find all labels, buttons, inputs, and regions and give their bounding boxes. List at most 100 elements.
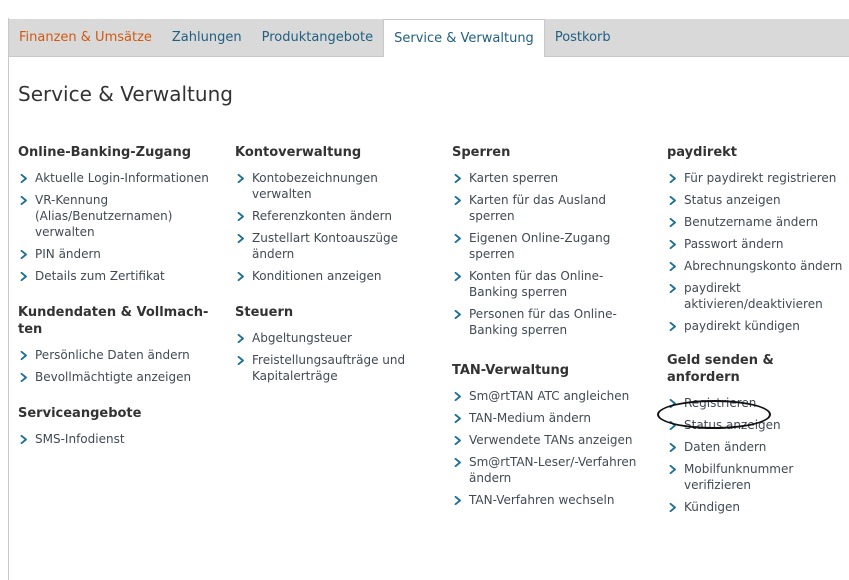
main-navigation: Finanzen & Umsätze Zahlungen Produktange…	[9, 19, 849, 57]
section-title-serviceangebote: Serviceangebote	[18, 406, 142, 421]
link-label: Sm@rtTAN-Leser/-Verfahren ändern	[469, 455, 637, 485]
link-label: Benutzername ändern	[684, 215, 819, 229]
link-vr-kennung-alias-benutzernamen-verwalten[interactable]: VR-Kennung (Alias/Benutzernamen) verwalt…	[18, 192, 223, 240]
link-label: Eigenen Online-Zugang sperren	[469, 231, 611, 261]
chevron-right-icon	[237, 234, 245, 243]
link-label: VR-Kennung (Alias/Benutzernamen) verwalt…	[35, 193, 173, 239]
tab-postkorb[interactable]: Postkorb	[545, 19, 621, 56]
list-paydirekt: Für paydirekt registrieren Status anzeige…	[667, 170, 847, 334]
link-tan-verfahren-wechseln[interactable]: TAN-Verfahren wechseln	[452, 492, 648, 508]
chevron-right-icon	[20, 174, 28, 183]
link-freistellungsauftraege-und-kapitalertraege[interactable]: Freistellungsaufträge und Kapitalerträge	[235, 352, 435, 384]
chevron-right-icon	[669, 503, 677, 512]
link-bevollmaechtigte-anzeigen[interactable]: Bevollmächtigte anzeigen	[18, 369, 223, 385]
link-status-anzeigen[interactable]: Status anzeigen	[667, 192, 847, 208]
column-4: paydirekt Für paydirekt registrieren Stat…	[667, 144, 847, 521]
link-registrieren[interactable]: Registrieren	[667, 395, 847, 411]
link-mobilfunknummer-verifizieren[interactable]: Mobilfunknummer verifizieren	[667, 461, 847, 493]
link-label: Personen für das Online-Banking sperren	[469, 307, 617, 337]
link-tan-medium-aendern[interactable]: TAN-Medium ändern	[452, 410, 648, 426]
link-abrechnungskonto-aendern[interactable]: Abrechnungskonto ändern	[667, 258, 847, 274]
link-konten-fuer-das-online-banking-sperren[interactable]: Konten für das Online-Banking sperren	[452, 268, 648, 300]
link-label: Registrieren	[684, 396, 757, 410]
chevron-right-icon	[669, 443, 677, 452]
link-passwort-aendern[interactable]: Passwort ändern	[667, 236, 847, 252]
link-paydirekt-kuendigen[interactable]: paydirekt kündigen	[667, 318, 847, 334]
list-sperren: Karten sperren Karten für das Ausland spe…	[452, 170, 648, 338]
link-sm-rttan-atc-angleichen[interactable]: Sm@rtTAN ATC angleichen	[452, 388, 648, 404]
link-label: Referenzkonten ändern	[252, 209, 393, 223]
link-label: Abgeltungsteuer	[252, 331, 352, 345]
chevron-right-icon	[669, 284, 677, 293]
chevron-right-icon	[454, 234, 462, 243]
link-label: Verwendete TANs anzeigen	[469, 433, 633, 447]
section-title-tan: TAN-Verwaltung	[452, 363, 570, 378]
tab-finanzen-umsaetze[interactable]: Finanzen & Umsätze	[9, 19, 162, 56]
link-label: Konditionen anzeigen	[252, 269, 382, 283]
link-label: Freistellungsaufträge und Kapitalerträge	[252, 353, 406, 383]
link-paydirekt-aktivieren-deaktivieren[interactable]: paydirekt aktivieren/deaktivieren	[667, 280, 847, 312]
tab-produktangebote[interactable]: Produktangebote	[252, 19, 384, 56]
link-eigenen-online-zugang-sperren[interactable]: Eigenen Online-Zugang sperren	[452, 230, 648, 262]
chevron-right-icon	[669, 196, 677, 205]
link-label: Status anzeigen	[684, 193, 781, 207]
link-label: Für paydirekt registrieren	[684, 171, 837, 185]
column-3: Sperren Karten sperren Karten für das Aus…	[452, 144, 648, 514]
chevron-right-icon	[237, 356, 245, 365]
link-persoenliche-daten-aendern[interactable]: Persönliche Daten ändern	[18, 347, 223, 363]
column-1: Online-Banking-Zugang Aktuelle Login-Inf…	[18, 144, 223, 453]
chevron-right-icon	[20, 250, 28, 259]
chevron-right-icon	[669, 322, 677, 331]
list-kundendaten: Persönliche Daten ändern Bevollmächtigte …	[18, 347, 223, 385]
link-abgeltungsteuer[interactable]: Abgeltungsteuer	[235, 330, 435, 346]
chevron-right-icon	[454, 436, 462, 445]
link-sm-rttan-leser-verfahren-aendern[interactable]: Sm@rtTAN-Leser/-Verfahren ändern	[452, 454, 648, 486]
chevron-right-icon	[20, 272, 28, 281]
link-label: Abrechnungskonto ändern	[684, 259, 843, 273]
section-title-online-banking: Online-Banking-Zugang	[18, 145, 191, 160]
link-kontobezeichnungen-verwalten[interactable]: Kontobezeichnungen verwalten	[235, 170, 435, 202]
chevron-right-icon	[20, 351, 28, 360]
link-karten-sperren[interactable]: Karten sperren	[452, 170, 648, 186]
chevron-right-icon	[454, 310, 462, 319]
link-personen-fuer-das-online-banking-sperren[interactable]: Personen für das Online-Banking sperren	[452, 306, 648, 338]
link-details-zum-zertifikat[interactable]: Details zum Zertifikat	[18, 268, 223, 284]
link-label: TAN-Medium ändern	[469, 411, 591, 425]
link-kuendigen[interactable]: Kündigen	[667, 499, 847, 515]
link-label: SMS-Infodienst	[35, 432, 125, 446]
link-label: Zustellart Kontoauszüge ändern	[252, 231, 399, 261]
chevron-right-icon	[237, 212, 245, 221]
tab-zahlungen[interactable]: Zahlungen	[162, 19, 252, 56]
chevron-right-icon	[237, 334, 245, 343]
chevron-right-icon	[669, 174, 677, 183]
chevron-right-icon	[454, 414, 462, 423]
section-title-kontoverwaltung: Kontoverwaltung	[235, 145, 362, 160]
link-zustellart-kontoauszuege-aendern[interactable]: Zustellart Kontoauszüge ändern	[235, 230, 435, 262]
link-status-anzeigen[interactable]: Status anzeigen	[667, 417, 847, 433]
link-aktuelle-login-informationen[interactable]: Aktuelle Login-Informationen	[18, 170, 223, 186]
list-online-banking: Aktuelle Login-Informationen VR-Kennung (…	[18, 170, 223, 284]
link-verwendete-tans-anzeigen[interactable]: Verwendete TANs anzeigen	[452, 432, 648, 448]
list-kontoverwaltung: Kontobezeichnungen verwalten Referenzkont…	[235, 170, 435, 284]
chevron-right-icon	[669, 399, 677, 408]
link-daten-aendern[interactable]: Daten ändern	[667, 439, 847, 455]
link-label: Kündigen	[684, 500, 741, 514]
link-label: Aktuelle Login-Informationen	[35, 171, 209, 185]
link-label: paydirekt aktivieren/deaktivieren	[684, 281, 823, 311]
link-fuer-paydirekt-registrieren[interactable]: Für paydirekt registrieren	[667, 170, 847, 186]
link-sms-infodienst[interactable]: SMS-Infodienst	[18, 431, 223, 447]
column-2: Kontoverwaltung Kontobezeichnungen verwa…	[235, 144, 435, 390]
link-pin-aendern[interactable]: PIN ändern	[18, 246, 223, 262]
section-title-steuern: Steuern	[235, 305, 294, 320]
link-benutzername-aendern[interactable]: Benutzername ändern	[667, 214, 847, 230]
link-karten-fuer-das-ausland-sperren[interactable]: Karten für das Ausland sperren	[452, 192, 648, 224]
tab-service-verwaltung[interactable]: Service & Verwaltung	[383, 19, 545, 57]
link-referenzkonten-aendern[interactable]: Referenzkonten ändern	[235, 208, 435, 224]
link-label: Karten sperren	[469, 171, 559, 185]
link-label: PIN ändern	[35, 247, 101, 261]
chevron-right-icon	[454, 496, 462, 505]
chevron-right-icon	[454, 272, 462, 281]
link-label: Mobilfunknummer verifizieren	[684, 462, 794, 492]
link-konditionen-anzeigen[interactable]: Konditionen anzeigen	[235, 268, 435, 284]
link-label: Kontobezeichnungen verwalten	[252, 171, 378, 201]
